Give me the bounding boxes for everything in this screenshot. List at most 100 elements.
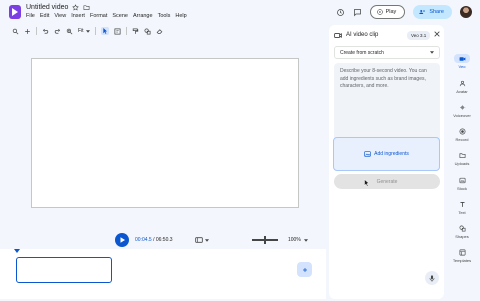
avatar[interactable] [460, 6, 472, 18]
select-cursor-icon[interactable] [100, 27, 109, 35]
uploads-icon [454, 151, 470, 160]
text-icon [454, 200, 470, 209]
rail-label-templates: Templates [452, 258, 472, 263]
microphone-icon [429, 274, 435, 282]
top-right-actions: Play Share [336, 4, 472, 20]
rail-label-text: Text [458, 210, 466, 215]
close-icon[interactable] [433, 30, 441, 38]
rail-label-avatar: Avatar [456, 89, 468, 94]
document-title[interactable]: Untitled video [26, 4, 68, 11]
add-ingredients-button[interactable]: Add ingredients [333, 137, 440, 171]
menu-file[interactable]: File [26, 13, 35, 20]
search-icon[interactable] [12, 28, 19, 35]
shapes-icon[interactable] [144, 28, 151, 35]
rail-label-record: Record [455, 137, 469, 142]
play-label: Play [385, 9, 397, 15]
timeline [0, 249, 326, 299]
voice-input-button[interactable] [425, 271, 439, 285]
add-icon[interactable] [24, 28, 31, 35]
total-time: 06:50.3 [155, 237, 173, 243]
play-button[interactable]: Play [369, 5, 406, 19]
play-icon [376, 9, 383, 15]
toolbar-divider [125, 27, 127, 35]
paint-format-icon[interactable] [132, 28, 139, 35]
comment-icon[interactable] [353, 8, 362, 17]
chevron-down-icon [303, 237, 308, 243]
playback-controls: 00:04.5 / 06:50.3 100% [8, 231, 324, 249]
share-button[interactable]: Share [413, 5, 452, 19]
scene-canvas[interactable] [31, 58, 299, 208]
add-ingredients-label: Add ingredients [374, 151, 409, 157]
rail-label-uploads: Uploads [454, 161, 470, 166]
scene-clip[interactable] [16, 257, 112, 283]
toolbar-divider [36, 27, 37, 35]
app-logo[interactable] [9, 5, 21, 19]
menu-view[interactable]: View [54, 13, 66, 20]
chevron-down-icon [205, 238, 209, 242]
undo-icon[interactable] [42, 28, 49, 35]
menu-scene[interactable]: Scene [112, 13, 128, 20]
rail-item-record[interactable]: Record [447, 127, 477, 147]
layout-menu-button[interactable] [191, 234, 213, 246]
play-pause-button[interactable] [115, 233, 129, 247]
menu-bar: File Edit View Insert Format Scene Arran… [26, 13, 187, 20]
model-badge[interactable]: Veo 3.1 [407, 31, 431, 40]
zoom-icon[interactable] [66, 28, 73, 35]
zoom-select[interactable]: Fit [78, 28, 90, 34]
add-scene-button[interactable] [297, 262, 312, 277]
rail-label-stock: Stock [456, 186, 467, 191]
shapes-icon [454, 224, 470, 233]
redo-icon[interactable] [54, 28, 61, 35]
rail-label-veo: Veo [458, 64, 466, 69]
menu-format[interactable]: Format [90, 13, 107, 20]
toolbar-divider [94, 27, 96, 35]
eraser-icon[interactable] [156, 28, 163, 35]
record-icon [454, 127, 470, 136]
prompt-placeholder: Describe your 8-second video. You can ad… [340, 68, 427, 89]
rail-item-veo[interactable]: Veo [447, 54, 477, 74]
title-row: Untitled video [26, 3, 90, 12]
editor-toolbar: Fit [8, 25, 324, 37]
rail-item-shapes[interactable]: Shapes [447, 224, 477, 244]
zoom-percent: 100% [288, 237, 301, 243]
people-icon [419, 9, 426, 15]
image-icon [364, 151, 371, 157]
top-bar: Untitled video File Edit View Insert For… [0, 0, 480, 24]
menu-arrange[interactable]: Arrange [133, 13, 153, 20]
folder-icon[interactable] [83, 4, 90, 11]
star-icon[interactable] [72, 4, 80, 11]
rail-item-uploads[interactable]: Uploads [447, 151, 477, 171]
rail-item-text[interactable]: Text [447, 200, 477, 220]
mouse-cursor-icon [364, 179, 370, 187]
chevron-down-icon [85, 29, 90, 33]
stock-icon [454, 176, 470, 185]
add-icon [302, 267, 308, 273]
frame-icon[interactable] [114, 28, 121, 35]
rail-item-voiceover[interactable]: Voiceover [447, 103, 477, 123]
share-label: Share [429, 9, 444, 15]
rail-item-avatar[interactable]: Avatar [447, 79, 477, 99]
generate-label: Generate [376, 178, 398, 185]
zoom-slider-handle[interactable] [264, 236, 266, 244]
playhead-marker[interactable] [14, 249, 20, 253]
menu-edit[interactable]: Edit [40, 13, 49, 20]
menu-insert[interactable]: Insert [71, 13, 85, 20]
mode-select[interactable]: Create from scratch [334, 46, 440, 59]
chevron-down-icon [430, 51, 434, 54]
templates-icon [454, 248, 470, 257]
layout-icon [195, 237, 203, 243]
rail-label-shapes: Shapes [455, 234, 469, 239]
rail-item-stock[interactable]: Stock [447, 176, 477, 196]
panel-title: AI video clip [346, 32, 379, 38]
history-icon[interactable] [336, 8, 345, 17]
menu-tools[interactable]: Tools [158, 13, 171, 20]
zoom-percent-select[interactable]: 100% [288, 237, 308, 243]
generate-button[interactable]: Generate [334, 174, 440, 189]
current-time: 00:04.5 [135, 237, 152, 243]
time-display: 00:04.5 / 06:50.3 [135, 237, 173, 243]
menu-help[interactable]: Help [175, 13, 186, 20]
voiceover-icon [454, 103, 470, 112]
ai-video-panel: AI video clip Veo 3.1 Create from scratc… [329, 25, 444, 299]
mode-select-value: Create from scratch [340, 49, 384, 56]
rail-item-templates[interactable]: Templates [447, 248, 477, 268]
